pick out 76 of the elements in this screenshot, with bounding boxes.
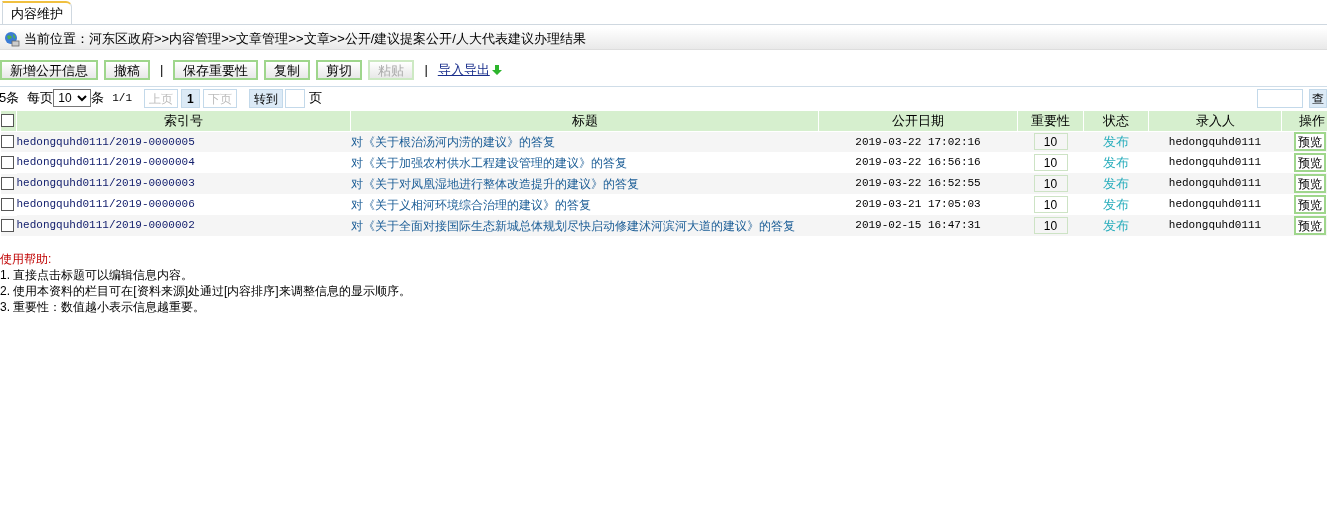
per-page-label: 每页	[27, 89, 54, 108]
toolbar-button[interactable]: 保存重要性	[173, 60, 259, 80]
page-count: 1/1	[112, 90, 133, 106]
author-cell: hedongquhd0111	[1148, 194, 1282, 215]
search-field[interactable]	[1257, 88, 1303, 108]
separator-mark: |	[423, 61, 429, 80]
status-cell: 发布	[1083, 215, 1149, 236]
column-header: 录入人	[1148, 110, 1282, 131]
index-cell: hedongquhd0111/2019-0000002	[16, 215, 351, 236]
title-link[interactable]: 对《关于全面对接国际生态新城总体规划尽快启动修建沭河滨河大道的建议》的答复	[350, 218, 795, 233]
preview-button[interactable]: 预览	[1293, 216, 1326, 235]
author-cell: hedongquhd0111	[1148, 215, 1282, 236]
toolbar-button[interactable]: 撤稿	[104, 60, 150, 80]
per-page-select[interactable]: 10	[53, 89, 92, 107]
per-page-unit: 条	[91, 89, 105, 108]
index-cell: hedongquhd0111/2019-0000006	[16, 194, 351, 215]
index-cell: hedongquhd0111/2019-0000004	[16, 152, 351, 173]
column-header: 重要性	[1017, 110, 1084, 131]
breadcrumb-label: 当前位置：	[24, 29, 89, 48]
date-cell: 2019-03-22 16:52:55	[818, 173, 1018, 194]
preview-button[interactable]: 预览	[1293, 153, 1326, 172]
importance-field[interactable]: 10	[1033, 154, 1068, 171]
goto-page-field[interactable]	[284, 88, 305, 108]
down-arrow-icon	[491, 65, 502, 75]
select-all-checkbox[interactable]	[1, 114, 14, 128]
title-link[interactable]: 对《关于对凤凰湿地进行整体改造提升的建议》的答复	[350, 176, 639, 191]
row-checkbox[interactable]	[0, 198, 14, 211]
goto-page-unit: 页	[308, 89, 322, 108]
goto-button[interactable]: 转到	[248, 88, 283, 108]
column-header: 操作	[1281, 110, 1327, 131]
date-cell: 2019-03-21 17:05:03	[818, 194, 1018, 215]
author-cell: hedongquhd0111	[1148, 131, 1282, 152]
status-cell: 发布	[1083, 152, 1149, 173]
importance-field[interactable]: 10	[1033, 217, 1068, 234]
separator-mark: |	[159, 61, 165, 80]
author-cell: hedongquhd0111	[1148, 152, 1282, 173]
column-header: 状态	[1083, 110, 1149, 131]
index-cell: hedongquhd0111/2019-0000005	[16, 131, 351, 152]
date-cell: 2019-03-22 16:56:16	[818, 152, 1018, 173]
row-checkbox[interactable]	[0, 135, 14, 148]
search-button[interactable]: 查	[1309, 88, 1327, 108]
index-cell: hedongquhd0111/2019-0000003	[16, 173, 351, 194]
import-export-link[interactable]: 导入导出	[437, 60, 490, 80]
preview-button[interactable]: 预览	[1293, 195, 1326, 214]
importance-field[interactable]: 10	[1033, 196, 1068, 213]
toolbar-button[interactable]: 剪切	[316, 60, 363, 80]
page-number-button[interactable]: 1	[181, 88, 200, 108]
status-cell: 发布	[1083, 131, 1149, 152]
title-link[interactable]: 对《关于加强农村供水工程建设管理的建议》的答复	[350, 155, 627, 170]
status-cell: 发布	[1083, 194, 1149, 215]
tab[interactable]: 内容维护	[2, 1, 72, 24]
total-count: 5条	[0, 89, 20, 108]
title-link[interactable]: 对《关于义相河环境综合治理的建议》的答复	[350, 197, 591, 212]
help-text: 2. 使用本资料的栏目可在[资料来源]处通过[内容排序]来调整信息的显示顺序。	[0, 282, 412, 299]
row-checkbox[interactable]	[0, 177, 14, 190]
title-link[interactable]: 对《关于根治汤河内涝的建议》的答复	[350, 134, 555, 149]
preview-button[interactable]: 预览	[1293, 132, 1326, 152]
help-text: 1. 直接点击标题可以编辑信息内容。	[0, 266, 195, 283]
breadcrumb-path: 河东区政府>>内容管理>>文章管理>>文章>>公开/建议提案公开/人大代表建议办理结果	[89, 29, 586, 48]
help-title: 使用帮助:	[0, 250, 53, 267]
help-text: 3. 重要性：数值越小表示信息越重要。	[0, 298, 207, 315]
author-cell: hedongquhd0111	[1148, 173, 1282, 194]
column-header: 索引号	[16, 110, 351, 131]
date-cell: 2019-03-22 17:02:16	[818, 131, 1018, 152]
importance-field[interactable]: 10	[1033, 133, 1068, 151]
globe-computer-icon	[4, 30, 20, 47]
status-cell: 发布	[1083, 173, 1149, 194]
toolbar-button[interactable]: 新增公开信息	[0, 60, 98, 80]
column-header: 公开日期	[818, 110, 1018, 131]
column-header: 标题	[350, 110, 819, 131]
preview-button[interactable]: 预览	[1293, 174, 1326, 193]
importance-field[interactable]: 10	[1033, 175, 1068, 192]
row-checkbox[interactable]	[0, 219, 14, 232]
toolbar-button[interactable]: 复制	[264, 60, 311, 80]
row-checkbox[interactable]	[0, 156, 14, 169]
date-cell: 2019-02-15 16:47:31	[818, 215, 1018, 236]
